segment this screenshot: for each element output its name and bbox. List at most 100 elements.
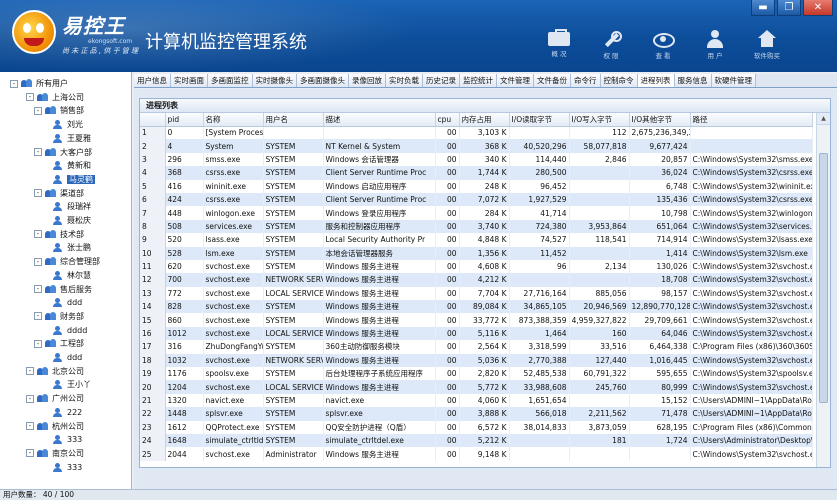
tree-node-user[interactable]: 刘光 <box>52 118 83 131</box>
table-row[interactable]: 19 1176 spoolsv.exe SYSTEM 后台处理程序子系统应用程序 00 2,… <box>140 367 813 381</box>
table-row[interactable]: 6 424 csrss.exe SYSTEM Client Server Runtime… <box>140 192 813 207</box>
collapse-toggle-icon[interactable]: - <box>34 312 42 321</box>
collapse-toggle-icon[interactable]: - <box>34 189 42 198</box>
scroll-up-icon[interactable]: ▲ <box>817 113 830 125</box>
close-button[interactable]: ✕ <box>803 0 833 16</box>
collapse-toggle-icon[interactable]: - <box>34 230 42 239</box>
minimize-button[interactable]: ▬ <box>751 0 775 16</box>
tree-node-group[interactable]: - 杭州公司 <box>26 420 84 433</box>
table-row[interactable]: 3 296 smss.exe SYSTEM Windows 会话管理器 00 340 K 11… <box>140 152 813 167</box>
collapse-toggle-icon[interactable]: - <box>26 93 34 102</box>
tree-node-user[interactable]: 222 <box>52 406 82 419</box>
column-header[interactable] <box>140 113 166 127</box>
tab-5[interactable]: 录像回放 <box>349 74 386 87</box>
tab-15[interactable]: 软硬件管理 <box>711 74 756 87</box>
scroll-thumb[interactable] <box>819 153 828 403</box>
tree-node-user[interactable]: ddd <box>52 296 82 309</box>
vertical-scrollbar[interactable]: ▲ <box>816 113 830 467</box>
column-header[interactable]: I/O其他字节 <box>629 113 691 127</box>
table-row[interactable]: 10 528 lsm.exe SYSTEM 本地会话管理器服务 00 1,356 K 11,4… <box>140 246 813 260</box>
table-row[interactable]: 20 1204 svchost.exe LOCAL SERVICE Windows 服务… <box>140 380 813 394</box>
column-header[interactable]: 路径 <box>690 113 813 127</box>
tree-node-user[interactable]: 王夏雅 <box>52 132 91 145</box>
table-row[interactable]: 23 1612 QQProtect.exe SYSTEM QQ安全防护进程（Q盾） 00 6… <box>140 420 813 434</box>
tree-node-user[interactable]: 张士鹏 <box>52 241 91 254</box>
column-header[interactable]: 用户名 <box>263 113 324 127</box>
tree-node-group[interactable]: - 广州公司 <box>26 392 84 405</box>
tree-node-group[interactable]: - 综合管理部 <box>34 255 100 268</box>
tab-1[interactable]: 实时画面 <box>171 74 208 87</box>
collapse-toggle-icon[interactable]: - <box>26 449 34 458</box>
tab-9[interactable]: 文件管理 <box>497 74 534 87</box>
table-row[interactable]: 17316ZhuDongFangYu.eSYSTEM360主动防御服务模块002… <box>140 340 813 354</box>
table-row[interactable]: 12 700 svchost.exe NETWORK SERVI Windows 服务主… <box>140 273 813 287</box>
permission-button[interactable]: 权 限 <box>585 30 637 64</box>
tab-6[interactable]: 实时负载 <box>386 74 423 87</box>
tree-node-user[interactable]: dddd <box>52 324 87 337</box>
table-row[interactable]: 9 520 lsass.exe SYSTEM Local Security Author… <box>140 233 813 247</box>
tree-node-user[interactable]: 林尔慧 <box>52 269 91 282</box>
tree-node-group[interactable]: - 销售部 <box>34 104 84 117</box>
tree-node-user[interactable]: 黄新和 <box>52 159 91 172</box>
column-header[interactable]: I/O读取字节 <box>509 113 570 127</box>
view-button[interactable]: 查 看 <box>637 30 689 64</box>
table-row[interactable]: 15 860 svchost.exe SYSTEM Windows 服务主进程 00 33,… <box>140 313 813 327</box>
collapse-toggle-icon[interactable]: - <box>26 394 34 403</box>
tab-14[interactable]: 服务信息 <box>674 74 712 87</box>
tab-4[interactable]: 多画面摄像头 <box>297 74 349 87</box>
table-row[interactable]: 22 1448 splsvr.exe SYSTEM splsvr.exe 00 3,888 … <box>140 407 813 421</box>
collapse-toggle-icon[interactable]: - <box>34 106 42 115</box>
column-header[interactable]: 名称 <box>203 113 264 127</box>
tree-node-group[interactable]: - 售后服务 <box>34 283 92 296</box>
table-row[interactable]: 25 2044 svchost.exe Administrator Windows 服务… <box>140 447 813 461</box>
tree-node-group[interactable]: - 技术部 <box>34 228 84 241</box>
column-header[interactable]: I/O写入字节 <box>569 113 630 127</box>
tree-node-user[interactable]: 333 <box>52 461 82 474</box>
column-header[interactable]: pid <box>165 113 204 127</box>
collapse-toggle-icon[interactable]: - <box>26 422 34 430</box>
column-header[interactable]: 内存占用 <box>459 113 510 127</box>
tree-node-group[interactable]: - 上海公司 <box>26 91 84 104</box>
table-row[interactable]: 7 448 winlogon.exe SYSTEM Windows 登录应用程序 00 28… <box>140 206 813 220</box>
tree-node-user[interactable]: 聂松庆 <box>52 214 91 227</box>
table-row[interactable]: 24 1648 simulate_ctrltlde SYSTEM simulate_ct… <box>140 433 813 448</box>
overview-button[interactable]: 概 况 <box>533 29 585 64</box>
table-row[interactable]: 10[System Process] 003,103 K 1122,675,236,… <box>140 126 813 140</box>
table-row[interactable]: 8 508 services.exe SYSTEM 服务和控制器应用程序 00 3,740 … <box>140 219 813 234</box>
table-row[interactable]: 13 772 svchost.exe LOCAL SERVICE Windows 服务主… <box>140 286 813 301</box>
collapse-toggle-icon[interactable]: - <box>10 79 18 88</box>
tree-node-group[interactable]: - 南京公司 <box>26 447 84 460</box>
tree-node-user[interactable]: 马灵鹤 <box>52 173 95 186</box>
collapse-toggle-icon[interactable]: - <box>34 148 42 156</box>
tab-3[interactable]: 实时摄像头 <box>252 74 297 87</box>
tree-node-user[interactable]: 段瑞祥 <box>52 200 91 213</box>
tree-node-group[interactable]: - 大客户部 <box>34 146 92 159</box>
tree-node-group[interactable]: - 工程部 <box>34 337 84 350</box>
column-header[interactable]: cpu <box>435 113 460 127</box>
tab-13[interactable]: 进程列表 <box>637 74 675 87</box>
tab-0[interactable]: 用户信息 <box>134 74 171 87</box>
tab-12[interactable]: 控制命令 <box>600 74 638 87</box>
table-row[interactable]: 14 828 svchost.exe SYSTEM Windows 服务主进程 00 89,… <box>140 300 813 314</box>
restore-button[interactable]: ❐ <box>777 0 801 16</box>
tree-node-group[interactable]: - 所有用户 <box>10 77 68 90</box>
tree-node-user[interactable]: 王小丫 <box>52 378 91 391</box>
table-row[interactable]: 18 1032 svchost.exe NETWORK SERVI Windows 服务… <box>140 353 813 368</box>
collapse-toggle-icon[interactable]: - <box>34 257 42 266</box>
table-row[interactable]: 16 1012 svchost.exe LOCAL SERVICE Windows 服务… <box>140 326 813 341</box>
tab-10[interactable]: 文件备份 <box>534 74 571 87</box>
tree-node-user[interactable]: ddd <box>52 351 82 364</box>
table-row[interactable]: 11 620 svchost.exe SYSTEM Windows 服务主进程 00 4,6… <box>140 259 813 274</box>
collapse-toggle-icon[interactable]: - <box>34 285 42 293</box>
buy-software-button[interactable]: 软件购买 <box>741 30 793 64</box>
collapse-toggle-icon[interactable]: - <box>34 339 42 348</box>
table-row[interactable]: 5 416 wininit.exe SYSTEM Windows 启动应用程序 00 248… <box>140 179 813 193</box>
table-row[interactable]: 2 4 System SYSTEM NT Kernel & System 00 368 K4… <box>140 139 813 153</box>
tab-11[interactable]: 命令行 <box>571 74 601 87</box>
tree-node-group[interactable]: - 财务部 <box>34 310 84 323</box>
tab-2[interactable]: 多画面监控 <box>208 74 253 87</box>
tree-node-group[interactable]: - 北京公司 <box>26 365 84 378</box>
table-row[interactable]: 21 1320 navict.exe SYSTEM navict.exe 00 4,060 … <box>140 393 813 408</box>
tree-node-user[interactable]: 333 <box>52 433 82 446</box>
collapse-toggle-icon[interactable]: - <box>26 367 34 376</box>
